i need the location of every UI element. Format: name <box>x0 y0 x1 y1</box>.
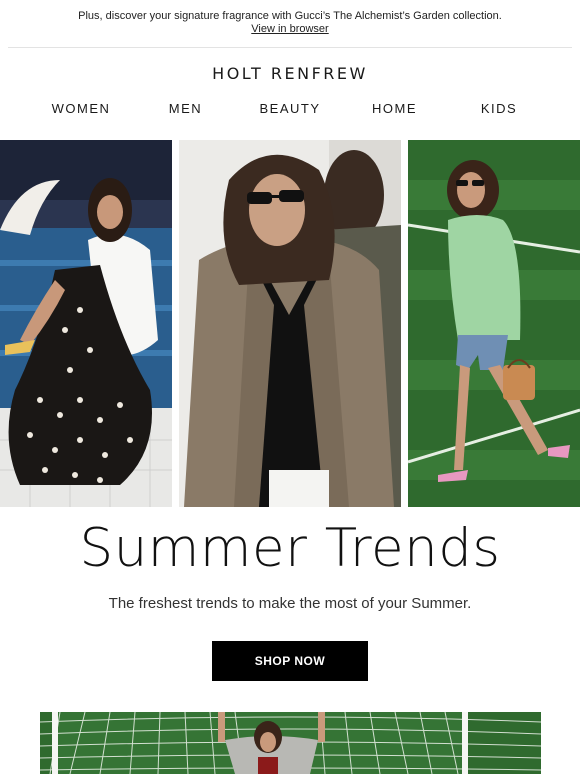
hero-image-strip[interactable] <box>0 140 580 507</box>
nav-item-beauty[interactable]: BEAUTY <box>238 101 342 116</box>
nav-item-home[interactable]: HOME <box>343 101 447 116</box>
hero-image-polka-dot-dress[interactable] <box>0 140 172 507</box>
brand-logo[interactable]: HOLT RENFREW <box>0 64 580 83</box>
soccer-goal-image[interactable] <box>40 712 541 774</box>
preheader: Plus, discover your signature fragrance … <box>0 0 580 36</box>
shop-now-button[interactable]: SHOP NOW <box>212 641 368 681</box>
hero-image-trench-coat[interactable] <box>179 140 401 507</box>
nav-item-men[interactable]: MEN <box>134 101 238 116</box>
nav-item-kids[interactable]: KIDS <box>447 101 551 116</box>
header-divider <box>8 47 572 48</box>
promo-headline: Summer Trends <box>79 518 501 579</box>
promo-subhead: The freshest trends to make the most of … <box>108 595 472 612</box>
view-in-browser-link[interactable]: View in browser <box>251 23 328 35</box>
preheader-text: Plus, discover your signature fragrance … <box>78 10 502 22</box>
main-nav: WOMEN MEN BEAUTY HOME KIDS <box>29 101 551 116</box>
nav-item-women[interactable]: WOMEN <box>29 101 133 116</box>
hero-image-green-blouse[interactable] <box>408 140 580 507</box>
